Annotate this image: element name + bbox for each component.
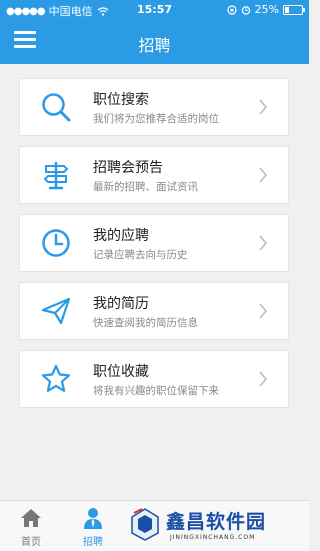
status-right-group: 25% bbox=[226, 3, 305, 16]
menu-item-title: 我的应聘 bbox=[93, 228, 149, 244]
page-title: 招聘 bbox=[138, 36, 171, 55]
chevron-right-icon bbox=[259, 167, 267, 183]
menu-item-my-resume[interactable]: 我的简历 快速查阅我的简历信息 bbox=[19, 282, 289, 340]
menu-item-favorites[interactable]: 职位收藏 将我有兴趣的职位保留下来 bbox=[19, 350, 289, 408]
signpost-icon bbox=[43, 162, 69, 190]
menu-item-subtitle: 最新的招聘、面试资讯 bbox=[93, 181, 198, 193]
tab-jobs[interactable]: 招聘 bbox=[63, 507, 123, 548]
chevron-right-icon bbox=[259, 371, 267, 387]
tab-bar: 首页 招聘 鑫昌软件园 JININGXINCHANG.COM bbox=[0, 500, 309, 551]
menu-item-job-search[interactable]: 职位搜索 我们将为您推荐合适的岗位 bbox=[19, 78, 289, 136]
home-icon bbox=[21, 509, 41, 527]
tab-label: 招聘 bbox=[83, 537, 103, 548]
watermark-url: JININGXINCHANG.COM bbox=[170, 534, 256, 541]
menu-item-job-fair[interactable]: 招聘会预告 最新的招聘、面试资讯 bbox=[19, 146, 289, 204]
rotation-lock-icon bbox=[226, 4, 237, 15]
battery-icon bbox=[283, 4, 305, 15]
battery-percent: 25% bbox=[254, 3, 279, 16]
alarm-icon bbox=[241, 5, 250, 15]
watermark: 鑫昌软件园 JININGXINCHANG.COM bbox=[130, 507, 300, 547]
menu-item-title: 职位搜索 bbox=[93, 92, 149, 108]
tab-home[interactable]: 首页 bbox=[1, 507, 61, 548]
menu-item-subtitle: 将我有兴趣的职位保留下来 bbox=[93, 385, 219, 397]
menu-item-my-applications[interactable]: 我的应聘 记录应聘去向与历史 bbox=[19, 214, 289, 272]
paper-plane-icon bbox=[41, 297, 71, 325]
menu-item-subtitle: 快速查阅我的简历信息 bbox=[93, 317, 198, 329]
watermark-logo-icon bbox=[131, 508, 159, 541]
person-icon bbox=[84, 508, 102, 529]
menu-item-subtitle: 记录应聘去向与历史 bbox=[93, 249, 188, 261]
menu-item-title: 招聘会预告 bbox=[93, 160, 163, 176]
battery-fill bbox=[285, 6, 289, 13]
nav-bar: 招聘 bbox=[0, 20, 309, 64]
status-bar: ●●●●● 中国电信 15:57 25% bbox=[0, 0, 309, 20]
chevron-right-icon bbox=[259, 99, 267, 115]
star-icon bbox=[41, 364, 71, 392]
menu-list: 职位搜索 我们将为您推荐合适的岗位 招聘会预告 最新的招聘、面试资讯 我的应聘 … bbox=[19, 78, 289, 418]
menu-item-title: 我的简历 bbox=[93, 296, 149, 312]
chevron-right-icon bbox=[259, 235, 267, 251]
clock-icon bbox=[42, 229, 70, 257]
watermark-name: 鑫昌软件园 bbox=[166, 511, 267, 533]
menu-item-subtitle: 我们将为您推荐合适的岗位 bbox=[93, 113, 219, 125]
menu-item-title: 职位收藏 bbox=[93, 364, 149, 380]
tab-label: 首页 bbox=[21, 537, 41, 548]
chevron-right-icon bbox=[259, 303, 267, 319]
search-icon bbox=[42, 93, 71, 122]
